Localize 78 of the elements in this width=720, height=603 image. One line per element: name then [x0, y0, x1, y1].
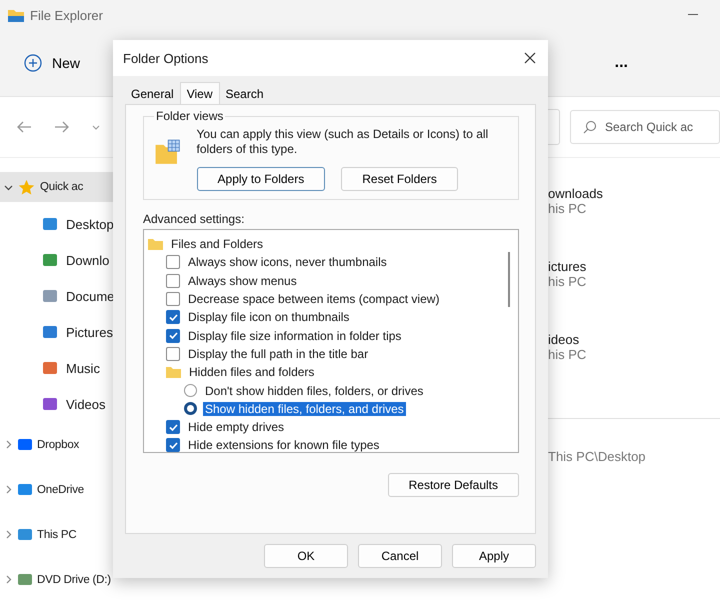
- folder-views-text: You can apply this view (such as Details or Icons) to all folders of this type.: [196, 127, 490, 157]
- checkbox[interactable]: [166, 274, 180, 288]
- tab[interactable]: Search: [220, 82, 270, 104]
- checkbox[interactable]: [166, 420, 180, 434]
- checkmark-icon: [168, 312, 178, 323]
- setting-label[interactable]: Always show menus: [186, 274, 299, 288]
- checkbox[interactable]: [166, 310, 180, 324]
- radio-button[interactable]: [184, 402, 197, 416]
- checkmark-icon: [168, 422, 178, 433]
- setting-label[interactable]: Display file size information in folder tips: [186, 328, 404, 343]
- dialog-button[interactable]: OK: [264, 544, 348, 568]
- search-icon: [583, 120, 597, 134]
- sidebar-item[interactable]: DVD Drive (D:): [0, 557, 113, 602]
- advanced-settings-label: Advanced settings:: [143, 212, 246, 226]
- star-icon: [18, 178, 35, 196]
- checkbox[interactable]: [166, 255, 180, 270]
- dropdown-icon[interactable]: [92, 124, 100, 130]
- folder-location: his PC: [548, 347, 588, 362]
- sidebar-item[interactable]: Downlo: [0, 242, 113, 278]
- checkbox[interactable]: [166, 346, 180, 361]
- back-icon[interactable]: [16, 121, 32, 133]
- chevron-down-icon[interactable]: [4, 182, 13, 192]
- dialog-button[interactable]: Cancel: [358, 544, 442, 568]
- group-label: Folder views: [155, 109, 224, 123]
- chevron-right-icon[interactable]: [4, 575, 13, 584]
- chevron-right-icon[interactable]: [4, 440, 13, 449]
- setting-label[interactable]: Show hidden files, folders, and drives: [203, 402, 406, 416]
- folder-name[interactable]: ownloads: [548, 186, 720, 201]
- sidebar-item[interactable]: Videos: [0, 386, 113, 422]
- folder-location: his PC: [548, 201, 588, 216]
- sidebar-item[interactable]: Music: [0, 350, 113, 386]
- sidebar-item[interactable]: Dropbox: [0, 422, 113, 467]
- setting-label[interactable]: Display file icon on thumbnails: [186, 310, 352, 324]
- dialog-button[interactable]: Apply: [452, 544, 536, 568]
- folder-name[interactable]: ideos: [548, 332, 720, 347]
- folder-icon: [148, 238, 163, 250]
- more-button[interactable]: ...: [614, 54, 628, 72]
- setting-label[interactable]: Hide extensions for known file types: [186, 438, 382, 452]
- file-location: This PC\Desktop: [548, 449, 647, 464]
- scrollbar[interactable]: [508, 252, 510, 307]
- setting-label[interactable]: Hide empty drives: [186, 420, 286, 434]
- checkmark-icon: [168, 330, 178, 342]
- search-field[interactable]: Search Quick ac: [570, 110, 720, 144]
- tab[interactable]: View: [180, 82, 220, 104]
- setting-label[interactable]: Don't show hidden files, folders, or drives: [203, 384, 426, 398]
- folder-icon: [166, 366, 181, 378]
- sidebar-item[interactable]: Desktop: [0, 206, 113, 242]
- sidebar-item[interactable]: Docume: [0, 278, 113, 314]
- sidebar-item[interactable]: OneDrive: [0, 467, 113, 512]
- chevron-right-icon[interactable]: [4, 530, 13, 539]
- radio-button[interactable]: [184, 384, 197, 398]
- folder-icon: [8, 8, 24, 22]
- setting-label[interactable]: Decrease space between items (compact view): [186, 292, 442, 306]
- minimize-icon[interactable]: [688, 14, 698, 16]
- checkmark-icon: [168, 440, 178, 451]
- dialog-title: Folder Options: [123, 50, 208, 66]
- window-title: File Explorer: [30, 8, 103, 22]
- folder-name[interactable]: ictures: [548, 259, 720, 274]
- setting-label[interactable]: Always show icons, never thumbnails: [186, 255, 389, 270]
- folder-view-button[interactable]: Apply to Folders: [196, 167, 326, 191]
- plus-icon: [24, 54, 42, 72]
- new-button[interactable]: New: [24, 54, 80, 72]
- checkbox[interactable]: [166, 328, 180, 343]
- sidebar-item[interactable]: Quick ac: [0, 172, 113, 202]
- folder-location: his PC: [548, 274, 588, 289]
- checkbox[interactable]: [166, 438, 180, 452]
- sidebar-item[interactable]: This PC: [0, 512, 113, 557]
- setting-label[interactable]: Display the full path in the title bar: [186, 346, 370, 361]
- folder-view-button[interactable]: Reset Folders: [341, 167, 458, 191]
- setting-label[interactable]: Hidden files and folders: [187, 365, 316, 380]
- forward-icon[interactable]: [54, 121, 70, 133]
- chevron-right-icon[interactable]: [4, 485, 13, 494]
- restore-defaults-button[interactable]: Restore Defaults: [388, 473, 519, 497]
- setting-label[interactable]: Files and Folders: [169, 237, 266, 252]
- sidebar-item[interactable]: Pictures: [0, 314, 113, 350]
- checkbox[interactable]: [166, 292, 180, 306]
- close-icon[interactable]: [524, 52, 536, 64]
- tab[interactable]: General: [125, 82, 180, 104]
